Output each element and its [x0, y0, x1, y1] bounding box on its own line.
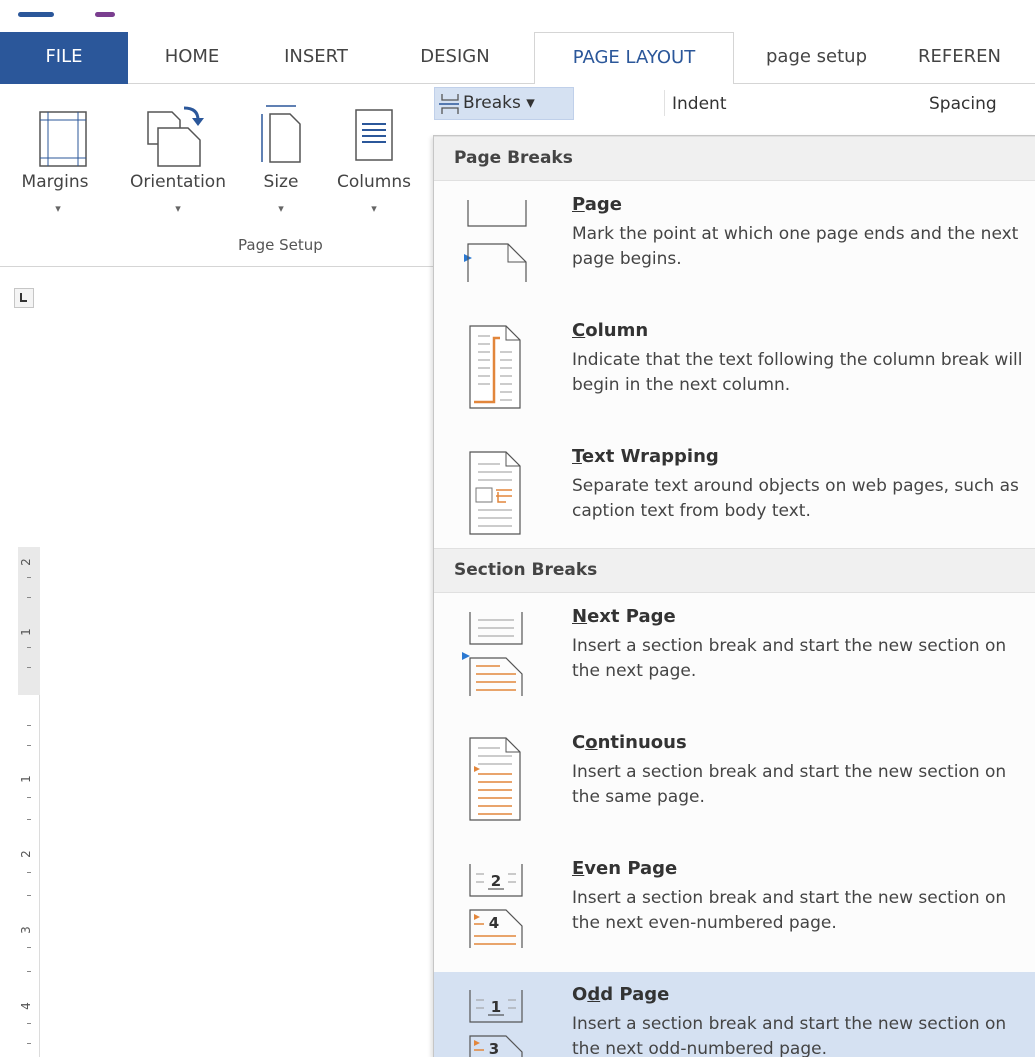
- margins-icon: [39, 111, 87, 167]
- menu-item-description: Insert a section break and start the new…: [572, 888, 1007, 933]
- ruler-tick: [27, 577, 31, 578]
- ruler-number: 1: [18, 628, 33, 636]
- breaks-dropdown-menu: Page Breaks Page Mark the point at which…: [433, 135, 1035, 1057]
- column-break-icon: [469, 325, 521, 409]
- section-breaks-header: Section Breaks: [434, 548, 1035, 593]
- app-logo-fragment-purple: [95, 12, 115, 17]
- menu-item-title: Page: [572, 194, 622, 215]
- menu-item-description: Indicate that the text following the col…: [572, 350, 1023, 395]
- odd-icon-top-number: 1: [491, 998, 501, 1016]
- ruler-tick: [27, 667, 31, 668]
- tab-home[interactable]: HOME: [128, 32, 256, 84]
- even-page-break-icon: 2 4: [469, 864, 523, 948]
- breaks-button[interactable]: Breaks ▾: [434, 87, 574, 120]
- orientation-icon: [147, 106, 204, 167]
- chevron-down-icon: ▾: [175, 202, 181, 215]
- tab-file[interactable]: FILE: [0, 32, 128, 84]
- indent-label: Indent: [672, 94, 727, 114]
- menu-item-title: Odd Page: [572, 984, 670, 1005]
- columns-button[interactable]: Columns ▾: [322, 84, 426, 234]
- size-icon: [261, 105, 301, 163]
- menu-item-description: Insert a section break and start the new…: [572, 1014, 1007, 1057]
- tab-selector-button[interactable]: [14, 288, 34, 308]
- menu-item-title: Even Page: [572, 858, 678, 879]
- ruler-tick: [27, 647, 31, 648]
- ruler-number: 2: [18, 558, 33, 566]
- menu-item-column[interactable]: Column Indicate that the text following …: [434, 308, 1035, 428]
- spacing-label: Spacing: [929, 94, 997, 114]
- even-icon-top-number: 2: [491, 872, 501, 890]
- ribbon-tab-bar: FILE HOME INSERT DESIGN PAGE LAYOUT page…: [0, 32, 1035, 85]
- menu-item-title: Text Wrapping: [572, 446, 719, 467]
- ruler-tick: [27, 819, 31, 820]
- ruler-tick: [27, 895, 31, 896]
- tab-page-setup[interactable]: page setup: [734, 32, 899, 84]
- left-tab-icon: [20, 293, 27, 302]
- odd-icon-bottom-number: 3: [489, 1040, 499, 1057]
- ruler-tick: [27, 872, 31, 873]
- ruler-margin-band: [18, 547, 40, 695]
- ruler-number: 4: [18, 1002, 33, 1010]
- continuous-break-icon: [469, 737, 521, 821]
- chevron-down-icon: ▾: [55, 202, 61, 215]
- menu-item-title: Continuous: [572, 732, 687, 753]
- ruler-tick: [27, 947, 31, 948]
- columns-icon: [355, 109, 393, 161]
- odd-page-break-icon: 1 3: [469, 990, 523, 1057]
- ruler-tick: [27, 745, 31, 746]
- page-setup-group-label: Page Setup: [238, 236, 323, 254]
- breaks-label: Breaks ▾: [463, 93, 535, 113]
- page-break-icon: [464, 200, 527, 282]
- ruler-number: 2: [18, 850, 33, 858]
- menu-item-continuous[interactable]: Continuous Insert a section break and st…: [434, 720, 1035, 840]
- tab-references[interactable]: REFEREN: [918, 32, 1035, 84]
- menu-item-description: Insert a section break and start the new…: [572, 762, 1007, 807]
- tab-design[interactable]: DESIGN: [376, 32, 534, 84]
- size-button[interactable]: Size ▾: [256, 84, 306, 234]
- menu-item-text-wrapping[interactable]: Text Wrapping Separate text around objec…: [434, 434, 1035, 554]
- menu-item-description: Insert a section break and start the new…: [572, 636, 1007, 681]
- orientation-label: Orientation: [130, 172, 226, 192]
- menu-item-page[interactable]: Page Mark the point at which one page en…: [434, 182, 1035, 302]
- menu-item-title: Column: [572, 320, 649, 341]
- ruler-tick: [27, 1023, 31, 1024]
- tab-insert[interactable]: INSERT: [256, 32, 376, 84]
- menu-item-odd-page[interactable]: 1 3 Odd Page Insert a section break and …: [434, 972, 1035, 1057]
- chevron-down-icon: ▾: [371, 202, 377, 215]
- orientation-button[interactable]: Orientation ▾: [116, 84, 240, 234]
- menu-item-even-page[interactable]: 2 4 Even Page Insert a section break and…: [434, 846, 1035, 966]
- margins-label: Margins: [21, 172, 89, 192]
- ruler-tick: [27, 971, 31, 972]
- next-page-break-icon: [462, 612, 523, 696]
- ruler-tick: [27, 1043, 31, 1044]
- ribbon-separator: [664, 90, 665, 116]
- even-icon-bottom-number: 4: [489, 914, 499, 932]
- page-breaks-header: Page Breaks: [434, 136, 1035, 181]
- menu-item-description: Mark the point at which one page ends an…: [572, 224, 1019, 269]
- title-strip: [0, 0, 1035, 32]
- menu-item-next-page[interactable]: Next Page Insert a section break and sta…: [434, 594, 1035, 714]
- margins-button[interactable]: Margins ▾: [0, 84, 116, 234]
- menu-item-description: Separate text around objects on web page…: [572, 476, 1019, 521]
- app-logo-fragment: [18, 12, 54, 17]
- ruler-number: 3: [18, 926, 33, 934]
- size-label: Size: [263, 172, 299, 192]
- vertical-ruler[interactable]: 2 1 1 2 3 4: [18, 547, 40, 1057]
- breaks-icon: [439, 94, 459, 114]
- ruler-tick: [27, 597, 31, 598]
- columns-label: Columns: [337, 172, 411, 192]
- text-wrapping-break-icon: [469, 451, 521, 535]
- menu-item-title: Next Page: [572, 606, 676, 627]
- chevron-down-icon: ▾: [278, 202, 284, 215]
- ruler-number: 1: [18, 775, 33, 783]
- tab-page-layout[interactable]: PAGE LAYOUT: [534, 32, 734, 85]
- ruler-tick: [27, 725, 31, 726]
- ruler-tick: [27, 797, 31, 798]
